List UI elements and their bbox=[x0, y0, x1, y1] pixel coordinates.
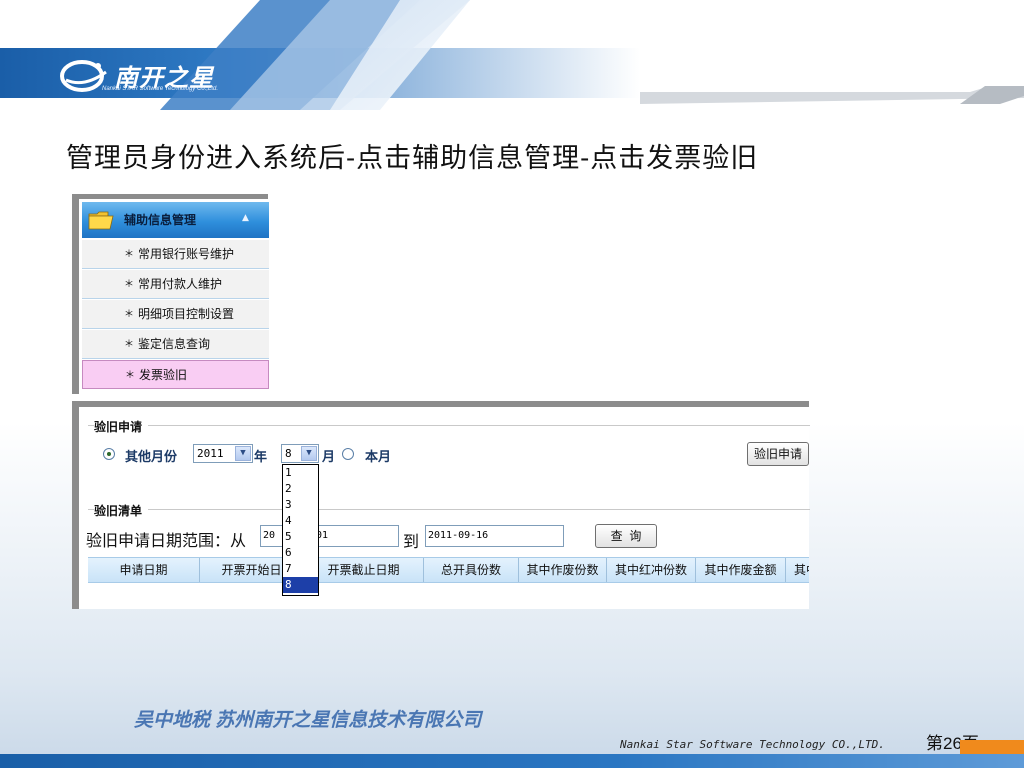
bullet-icon: ＊ bbox=[125, 370, 135, 381]
menu-item-detail-control[interactable]: ＊ 明细项目控制设置 bbox=[82, 300, 269, 329]
other-month-label: 其他月份 bbox=[125, 449, 178, 464]
apply-check-button[interactable]: 验旧申请 bbox=[747, 442, 809, 466]
menu-item-label: 常用付款人维护 bbox=[138, 277, 223, 291]
month-option[interactable]: 4 bbox=[283, 513, 318, 529]
column-header[interactable]: 总开具份数 bbox=[424, 558, 519, 582]
menu-item-invoice-check[interactable]: ＊ 发票验旧 bbox=[82, 360, 269, 389]
bullet-icon: ＊ bbox=[124, 279, 134, 290]
invoice-check-form: 验旧申请 其他月份 2011 ▼ 年 8 ▼ 月 本月 验旧申请 验旧清单 验旧… bbox=[72, 401, 810, 609]
month-select[interactable]: 8 ▼ bbox=[281, 444, 319, 463]
month-option-selected[interactable]: 8 bbox=[283, 577, 318, 593]
collapse-icon[interactable]: ▲ bbox=[242, 213, 249, 223]
month-option[interactable]: 3 bbox=[283, 497, 318, 513]
footer-company: 吴中地税 苏州南开之星信息技术有限公司 bbox=[134, 710, 482, 731]
folder-icon bbox=[88, 211, 114, 230]
month-option[interactable]: 7 bbox=[283, 561, 318, 577]
this-month-label: 本月 bbox=[365, 449, 392, 464]
chevron-down-icon[interactable]: ▼ bbox=[301, 446, 317, 461]
header-banner: 南开之星 Nankai STAR Software Technology Co.… bbox=[0, 0, 1024, 110]
month-dropdown-list: 1 2 3 4 5 6 7 8 bbox=[282, 464, 319, 596]
year-value: 2011 bbox=[197, 447, 224, 460]
date-from-left: 20 bbox=[263, 530, 276, 541]
section-divider bbox=[88, 509, 810, 510]
section-divider bbox=[88, 425, 810, 426]
logo-subtitle: Nankai STAR Software Technology Co.,Ltd. bbox=[102, 86, 219, 92]
month-option[interactable]: 1 bbox=[283, 465, 318, 481]
menu-item-label: 明细项目控制设置 bbox=[138, 307, 235, 321]
menu-screenshot: 辅助信息管理 ▲ ＊ 常用银行账号维护 ＊ 常用付款人维护 ＊ 明细项目控制设置… bbox=[72, 194, 269, 394]
date-from-input[interactable]: 20 01 bbox=[260, 525, 399, 547]
menu-header[interactable]: 辅助信息管理 ▲ bbox=[82, 202, 269, 238]
results-table-header: 申请日期 开票开始日 开票截止日期 总开具份数 其中作废份数 其中红冲份数 其中… bbox=[88, 557, 809, 583]
footer-tagline: Nankai Star Software Technology CO.,LTD. bbox=[620, 738, 885, 751]
column-header[interactable]: 其中作废金额 bbox=[696, 558, 786, 582]
month-option[interactable]: 6 bbox=[283, 545, 318, 561]
menu-item-appraisal-query[interactable]: ＊ 鉴定信息查询 bbox=[82, 330, 269, 359]
month-option[interactable]: 2 bbox=[283, 481, 318, 497]
chevron-down-icon[interactable]: ▼ bbox=[235, 446, 251, 461]
bullet-icon: ＊ bbox=[124, 339, 134, 350]
column-header[interactable]: 其中作废份数 bbox=[519, 558, 607, 582]
menu-item-label: 鉴定信息查询 bbox=[138, 337, 211, 351]
list-section-title: 验旧清单 bbox=[94, 502, 149, 519]
month-option[interactable]: 5 bbox=[283, 529, 318, 545]
date-range-label: 验旧申请日期范围：从 bbox=[86, 533, 247, 550]
slide-title: 管理员身份进入系统后-点击辅助信息管理-点击发票验旧 bbox=[66, 143, 759, 174]
bullet-icon: ＊ bbox=[124, 249, 134, 260]
menu-item-label: 常用银行账号维护 bbox=[138, 247, 235, 261]
month-value: 8 bbox=[285, 447, 292, 460]
menu-item-bank-account[interactable]: ＊ 常用银行账号维护 bbox=[82, 240, 269, 269]
month-unit: 月 bbox=[322, 449, 336, 464]
this-month-radio[interactable] bbox=[342, 448, 354, 460]
bullet-icon: ＊ bbox=[124, 309, 134, 320]
date-to-value: 2011-09-16 bbox=[428, 530, 489, 541]
column-header[interactable]: 其中 bbox=[786, 558, 809, 582]
year-select[interactable]: 2011 ▼ bbox=[193, 444, 253, 463]
footer-bar bbox=[0, 754, 1024, 768]
menu-item-payer[interactable]: ＊ 常用付款人维护 bbox=[82, 270, 269, 299]
column-header[interactable]: 其中红冲份数 bbox=[607, 558, 696, 582]
menu-item-label: 发票验旧 bbox=[139, 368, 188, 382]
banner-swoosh bbox=[0, 0, 1024, 110]
column-header[interactable]: 申请日期 bbox=[88, 558, 200, 582]
date-to-input[interactable]: 2011-09-16 bbox=[425, 525, 564, 547]
column-header[interactable]: 开票截止日期 bbox=[304, 558, 424, 582]
footer-accent bbox=[960, 740, 1024, 754]
to-label: 到 bbox=[403, 534, 420, 551]
other-month-radio[interactable] bbox=[103, 448, 115, 460]
year-unit: 年 bbox=[254, 449, 268, 464]
menu-header-label: 辅助信息管理 bbox=[124, 213, 197, 227]
apply-section-title: 验旧申请 bbox=[94, 418, 149, 435]
query-button[interactable]: 查 询 bbox=[595, 524, 657, 548]
